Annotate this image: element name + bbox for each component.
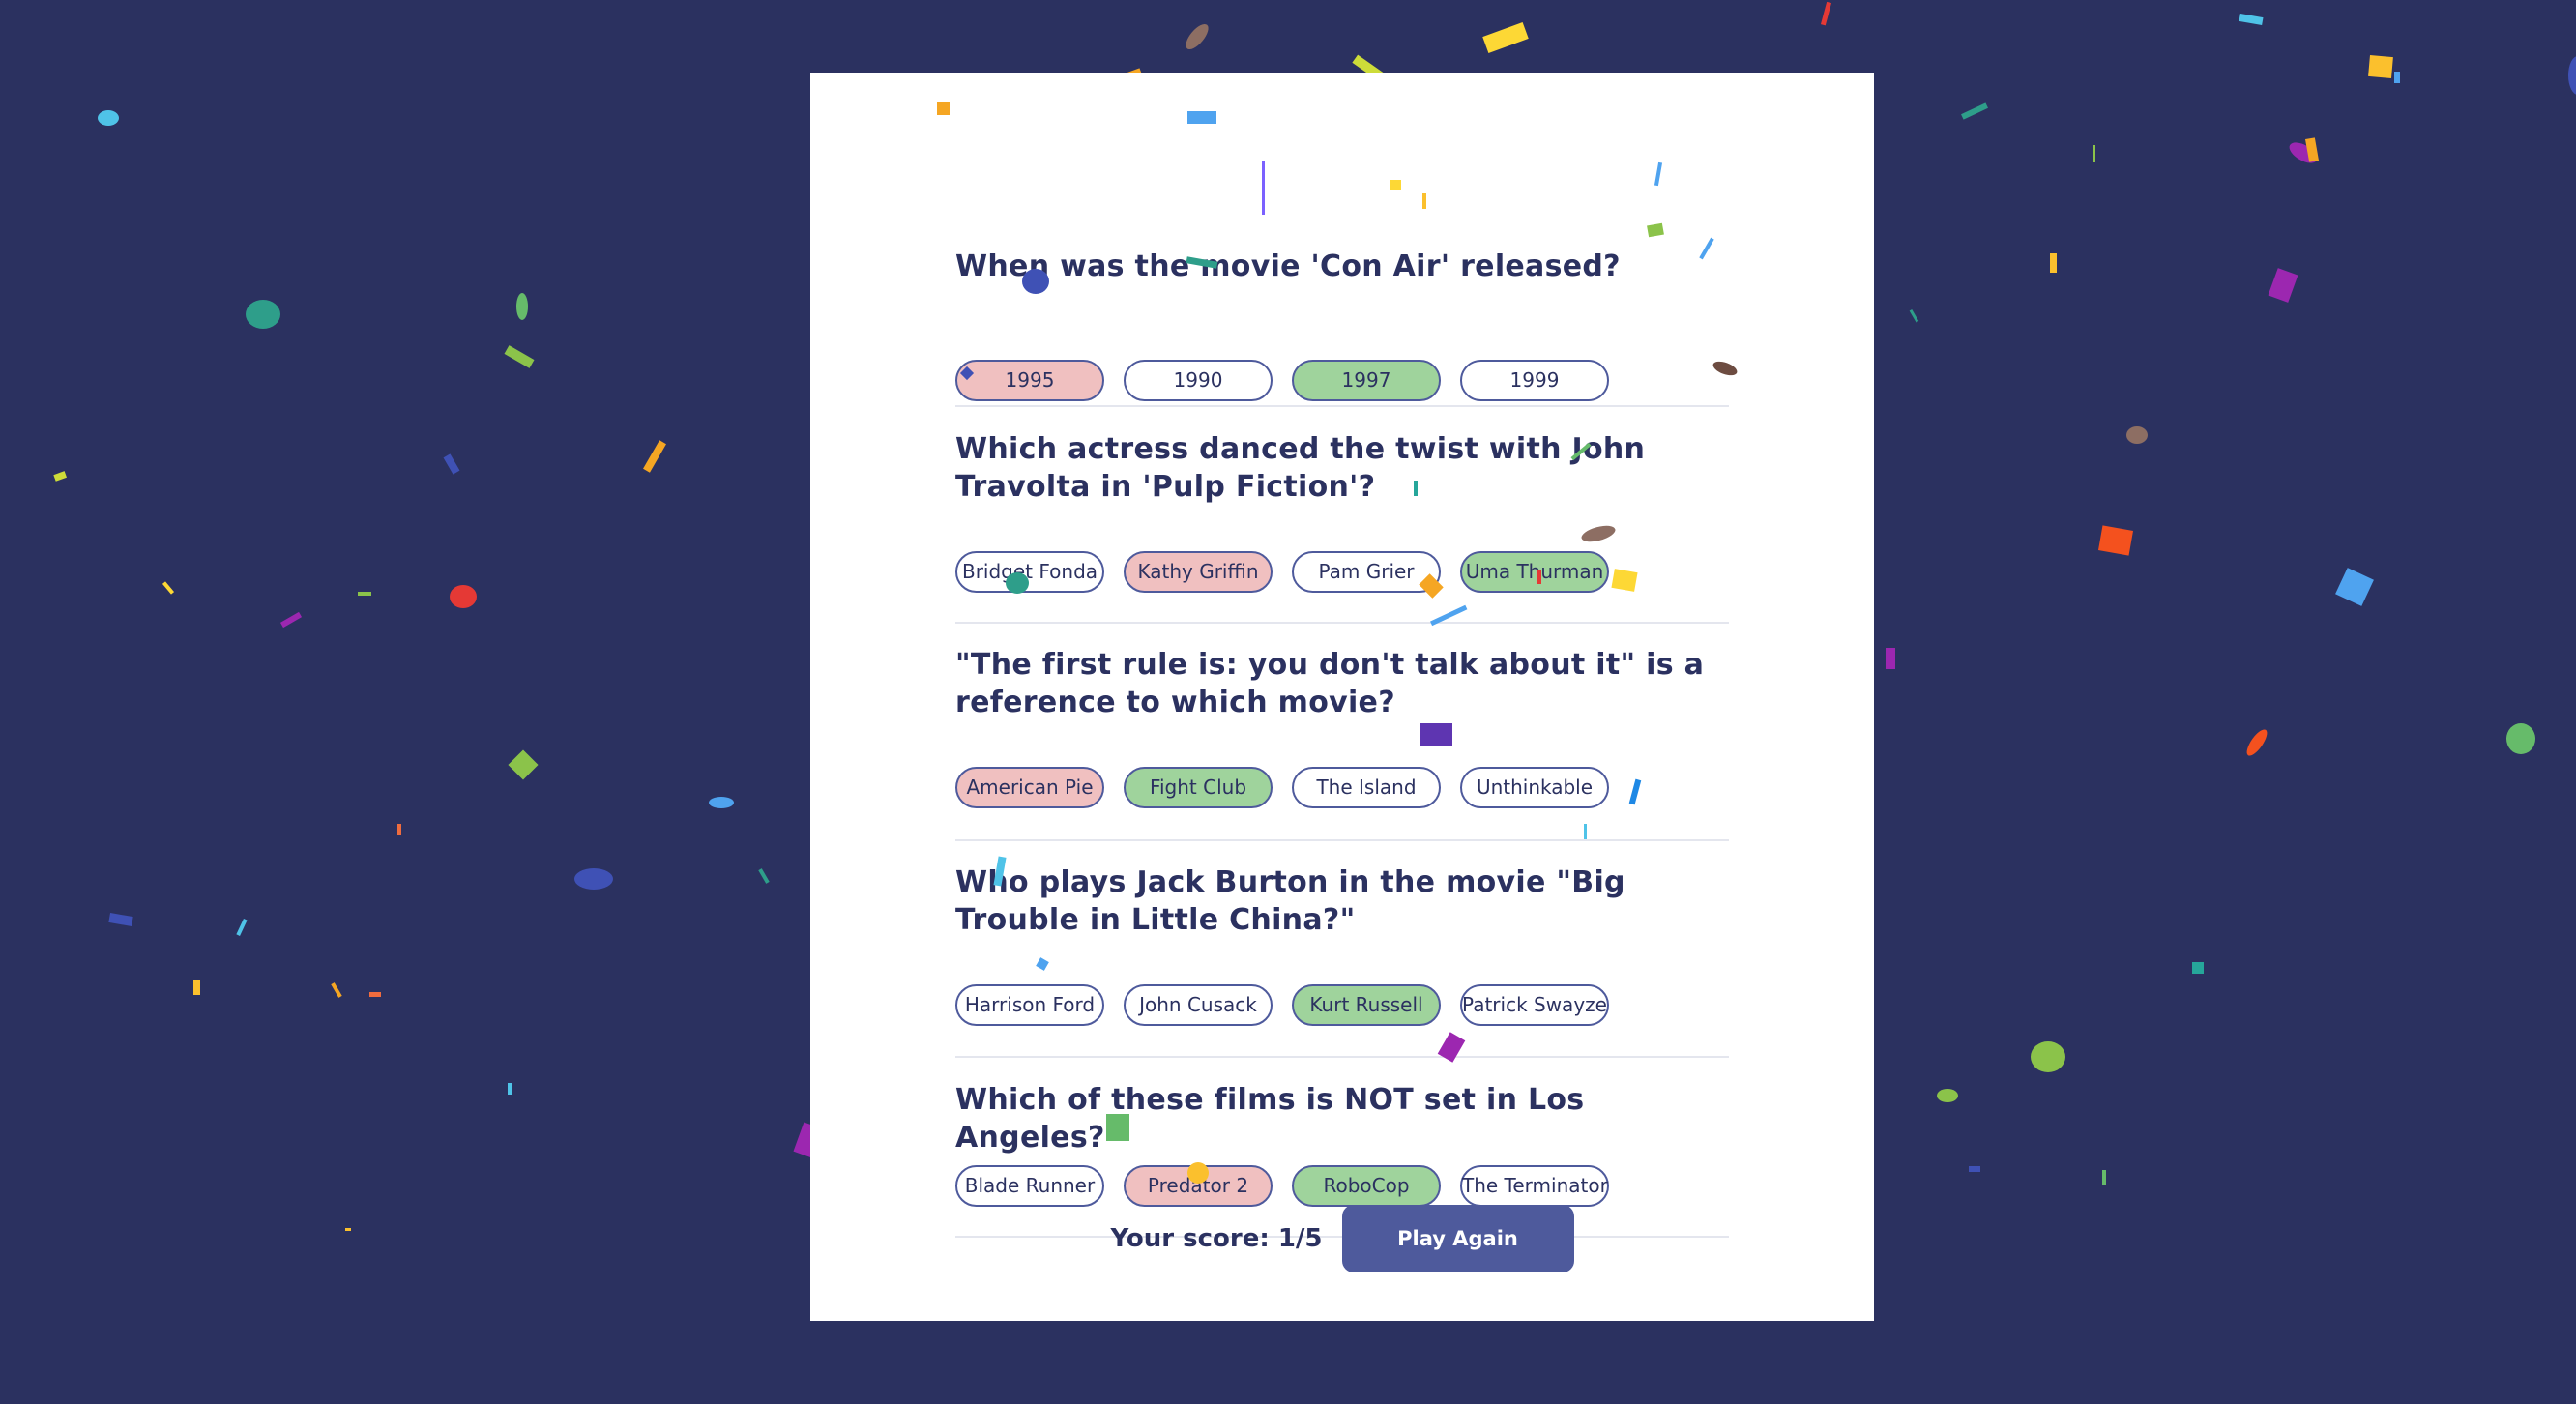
- question-1: When was the movie 'Con Air' released? 1…: [955, 175, 1729, 407]
- answer-option[interactable]: Patrick Swayze: [1460, 984, 1609, 1026]
- question-text: Which of these films is NOT set in Los A…: [955, 1083, 1585, 1155]
- question-text: When was the movie 'Con Air' released?: [955, 249, 1621, 283]
- answer-option[interactable]: Kurt Russell: [1292, 984, 1441, 1026]
- answer-option[interactable]: Kathy Griffin: [1124, 551, 1273, 593]
- answer-option[interactable]: Predator 2: [1124, 1165, 1273, 1207]
- answer-group: American Pie Fight Club The Island Unthi…: [955, 767, 1609, 808]
- answer-option[interactable]: Fight Club: [1124, 767, 1273, 808]
- answer-option[interactable]: The Island: [1292, 767, 1441, 808]
- play-again-button[interactable]: Play Again: [1341, 1205, 1574, 1272]
- answer-option[interactable]: Pam Grier: [1292, 551, 1441, 593]
- answer-option[interactable]: Unthinkable: [1460, 767, 1609, 808]
- score-row: Your score: 1/5 Play Again: [810, 1205, 1874, 1272]
- quiz-card: When was the movie 'Con Air' released? 1…: [810, 73, 1874, 1321]
- answer-group: Bridget Fonda Kathy Griffin Pam Grier Um…: [955, 551, 1609, 593]
- answer-group: Blade Runner Predator 2 RoboCop The Term…: [955, 1165, 1609, 1207]
- answer-option[interactable]: RoboCop: [1292, 1165, 1441, 1207]
- question-text: Who plays Jack Burton in the movie "Big …: [955, 865, 1625, 937]
- question-2: Which actress danced the twist with John…: [955, 405, 1729, 624]
- answer-option[interactable]: Bridget Fonda: [955, 551, 1104, 593]
- answer-option[interactable]: 1997: [1292, 360, 1441, 401]
- question-text: Which actress danced the twist with John…: [955, 432, 1646, 504]
- answer-option[interactable]: John Cusack: [1124, 984, 1273, 1026]
- answer-option[interactable]: 1999: [1460, 360, 1609, 401]
- answer-option[interactable]: 1990: [1124, 360, 1273, 401]
- answer-option[interactable]: American Pie: [955, 767, 1104, 808]
- answer-group: Harrison Ford John Cusack Kurt Russell P…: [955, 984, 1609, 1026]
- question-3: "The first rule is: you don't talk about…: [955, 622, 1729, 841]
- score-text: Your score: 1/5: [1110, 1224, 1323, 1253]
- answer-group: 1995 1990 1997 1999: [955, 360, 1609, 401]
- question-4: Who plays Jack Burton in the movie "Big …: [955, 839, 1729, 1058]
- answer-option[interactable]: Blade Runner: [955, 1165, 1104, 1207]
- question-text: "The first rule is: you don't talk about…: [955, 648, 1705, 719]
- answer-option[interactable]: Harrison Ford: [955, 984, 1104, 1026]
- answer-option[interactable]: 1995: [955, 360, 1104, 401]
- answer-option[interactable]: Uma Thurman: [1460, 551, 1609, 593]
- answer-option[interactable]: The Terminator: [1460, 1165, 1609, 1207]
